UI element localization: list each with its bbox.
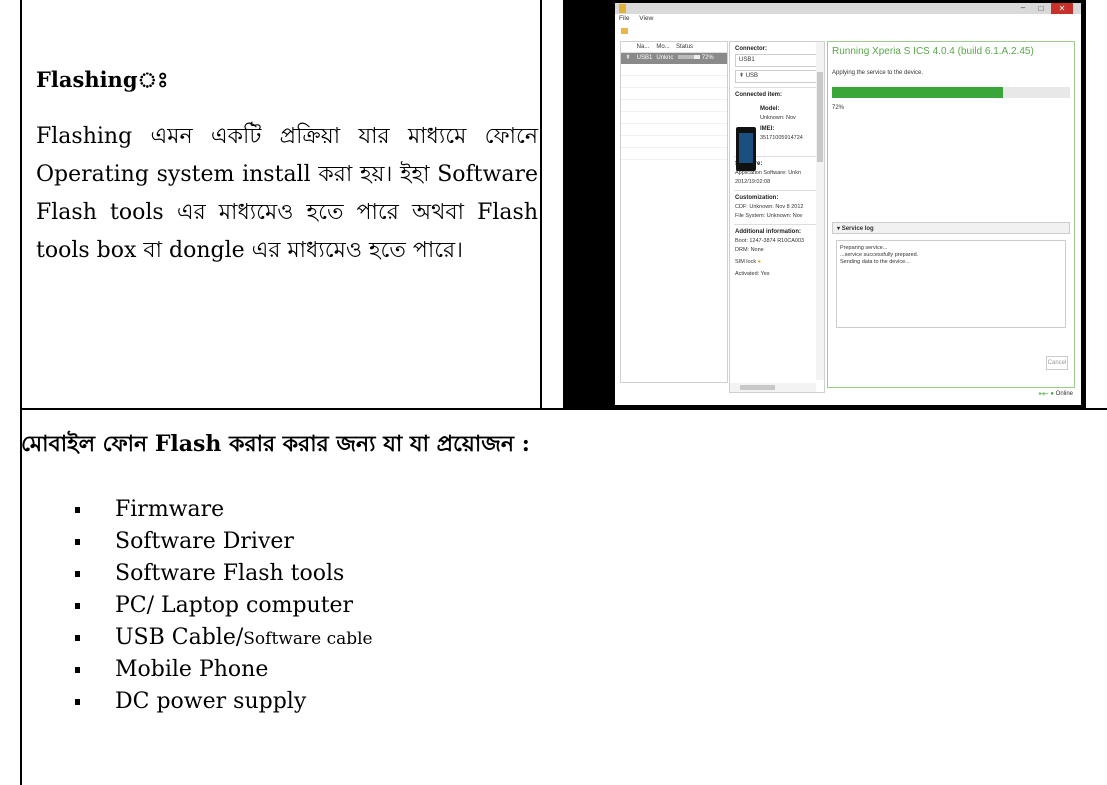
model-value: Unknown: Nov [760,115,796,121]
bullet-icon [75,539,80,545]
log-line: ...service successfully prepared. [840,252,919,258]
flash-tool-screenshot: – □ ✕ File View Na... Mo... Status ⇞ USB… [563,0,1086,408]
window-titlebar: – □ ✕ [615,3,1081,14]
usb-plug-icon: ⇞ [739,73,746,79]
list-item: PC/ Laptop computer [75,590,373,622]
app-icon [619,4,626,13]
customization-cdf: CDF: Unknown: Nov 8 2012 [735,204,804,210]
requirements-list: Firmware Software Driver Software Flash … [75,494,373,718]
flash-progress-bar [832,87,1070,98]
cable-icon: ⟜⟝ [1038,391,1049,397]
list-item: Software Driver [75,526,373,558]
device-list-header: Na... Mo... Status [621,42,727,53]
close-icon[interactable]: ✕ [1051,3,1073,14]
list-item: Software Flash tools [75,558,373,590]
details-horizontal-scrollbar[interactable] [730,383,816,392]
software-value-2: 2012/19:02:08 [735,179,771,185]
table-divider-middle [540,0,542,408]
column-status[interactable]: Status [676,42,693,52]
cancel-button[interactable]: Cancel [1046,356,1068,370]
service-log: Preparing service... ...service successf… [836,240,1066,328]
usb-label: USB [745,73,759,79]
requirements-title: মোবাইল ফোন Flash করার করার জন্য যা যা প্… [21,431,530,457]
imei-label: IMEI: [760,126,775,132]
log-line: Preparing service... [840,245,888,251]
device-row[interactable]: ⇞ USB1 Unknc 72% [621,53,727,64]
job-subtitle: Applying the service to the device. [832,70,924,76]
device-list: Na... Mo... Status ⇞ USB1 Unknc 72% [620,41,728,383]
usb-icon: ⇞ [625,55,631,61]
menu-bar: File View [619,15,661,22]
bullet-icon [75,635,80,641]
device-model: Unknc [656,55,674,61]
additional-info-label: Additional information: [735,229,801,235]
column-name[interactable]: Na... [637,42,655,52]
list-item: USB Cable/Software cable [75,622,373,654]
minimize-icon[interactable]: – [1015,3,1031,14]
job-title: Running Xperia S ICS 4.0.4 (build 6.1.A.… [832,46,1034,57]
list-item: DC power supply [75,686,373,718]
list-item: Firmware [75,494,373,526]
online-icon: ● [1050,391,1054,397]
device-name: USB1 [636,55,653,61]
flash-progress-panel: Running Xperia S ICS 4.0.4 (build 6.1.A.… [827,41,1075,388]
usb-field: ⇞ USB [735,70,818,83]
table-row-divider [20,408,1107,410]
customization-label: Customization: [735,195,779,201]
device-progress-label: 72% [701,55,714,61]
app-window: – □ ✕ File View Na... Mo... Status ⇞ USB… [615,3,1081,405]
model-label: Model: [760,106,780,112]
device-progress-bar [678,55,701,60]
menu-view[interactable]: View [639,15,653,22]
lock-icon: ● [757,259,761,265]
column-model[interactable]: Mo... [656,42,674,52]
bullet-icon [75,667,80,673]
activated-value: Activated: Yes [735,271,770,277]
table-border-left [20,0,22,785]
customization-fs: File System: Unknown: Nov [735,213,803,219]
list-item: Mobile Phone [75,654,373,686]
device-details-panel: Connector: USB1 ⇞ USB Connected item: Mo… [729,41,825,393]
bullet-icon [75,571,80,577]
menu-file[interactable]: File [619,15,629,22]
connector-label: Connector: [735,46,767,52]
connection-status: ⟜⟝ ● Online [1038,391,1073,397]
maximize-icon[interactable]: □ [1033,3,1049,14]
bullet-icon [75,699,80,705]
details-vertical-scrollbar[interactable] [816,42,824,380]
bullet-icon [75,603,80,609]
bullet-icon [75,507,80,513]
connected-item-label: Connected item: [735,92,783,98]
imei-value: 35171005914724 [760,135,803,141]
progress-percent: 72% [832,105,845,111]
drm-value: DRM: None [735,247,764,253]
boot-value: Boot: 1247-3874 R10CA003 [735,238,805,244]
flash-toolbar-icon[interactable] [621,28,628,34]
connector-field[interactable]: USB1 [735,54,818,67]
flashing-description: Flashing এমন একটি প্রক্রিয়া যার মাধ্যমে… [36,124,538,263]
simlock-value: SIM lock ● [735,259,761,265]
log-line: Sending data to the device... [840,259,910,265]
service-log-toggle[interactable]: ▾ Service log [832,222,1070,234]
section-title: Flashingঃ [36,67,169,92]
phone-image [736,127,756,171]
